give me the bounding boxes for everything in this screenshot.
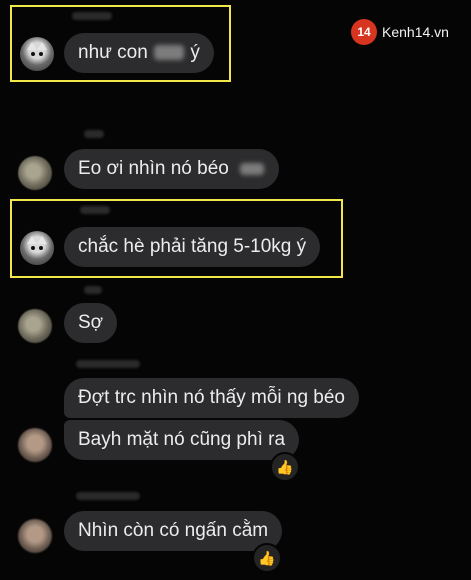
message-bubble[interactable]: Eo ơi nhìn nó béo: [64, 149, 280, 189]
avatar-icon: [18, 519, 52, 553]
kenh14-logo: 14 Kenh14.vn: [351, 18, 449, 46]
censored-word: [240, 162, 265, 175]
logo-text: Kenh14.vn: [382, 24, 449, 40]
avatar-icon: [18, 156, 52, 190]
thumbs-up-icon: 👍: [258, 550, 276, 566]
thumbs-up-reaction-icon[interactable]: 👍: [270, 452, 300, 482]
thumbs-up-reaction-icon[interactable]: 👍: [252, 543, 282, 573]
sender-name-blurred: [76, 360, 140, 368]
message-bubble[interactable]: Sợ: [64, 303, 118, 343]
sender-name-blurred: [76, 492, 140, 500]
avatar-icon: [18, 428, 52, 462]
message-bubble[interactable]: Đợt trc nhìn nó thấy mỗi ng béo: [64, 378, 359, 418]
sender-name-blurred: [84, 286, 102, 294]
sender-name-blurred: [84, 130, 104, 138]
highlight-box: [10, 5, 231, 82]
message-text: Đợt trc nhìn nó thấy mỗi ng béo: [78, 387, 345, 408]
message-text: Eo ơi nhìn nó béo: [78, 158, 229, 179]
message-bubble[interactable]: Bayh mặt nó cũng phì ra: [64, 420, 300, 460]
message-bubble[interactable]: Nhìn còn có ngấn cằm: [64, 511, 283, 551]
message-text: Nhìn còn có ngấn cằm: [78, 520, 269, 541]
highlight-box: [10, 199, 343, 278]
avatar-icon: [18, 309, 52, 343]
logo-badge: 14: [351, 19, 377, 45]
message-text: Sợ: [78, 312, 104, 333]
message-text: Bayh mặt nó cũng phì ra: [78, 429, 286, 450]
thumbs-up-icon: 👍: [276, 459, 294, 475]
